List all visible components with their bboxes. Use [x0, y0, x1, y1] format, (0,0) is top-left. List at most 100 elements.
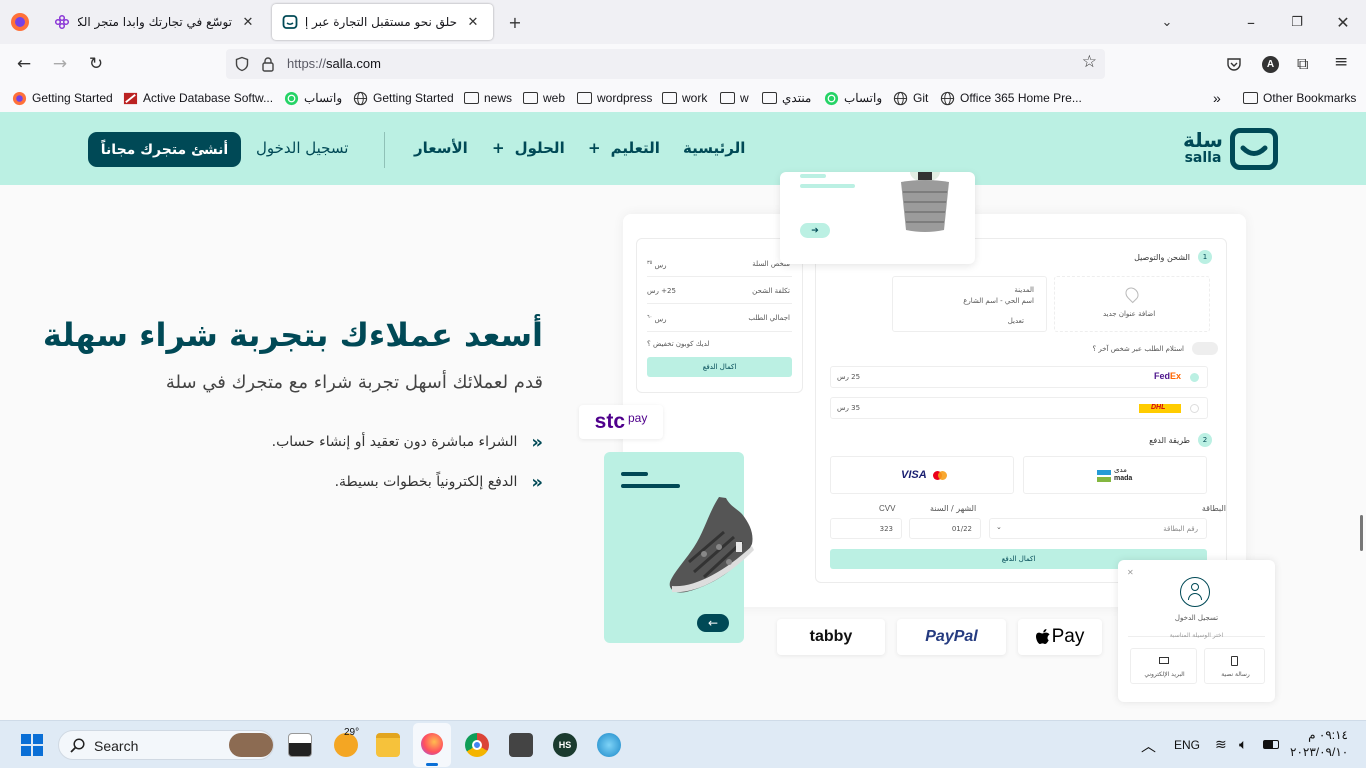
address-city: المدينة — [1014, 286, 1034, 294]
toggle-switch — [1192, 342, 1218, 355]
reload-icon[interactable]: ↻ — [84, 52, 108, 76]
lock-icon[interactable] — [261, 56, 275, 72]
shoe-product-card: ← — [604, 452, 754, 643]
back-icon[interactable]: ← — [12, 52, 36, 76]
user-body — [1188, 593, 1202, 600]
globe-icon — [353, 91, 368, 105]
mastercard-orange-icon — [938, 471, 947, 480]
divider — [647, 303, 792, 304]
speaker-icon[interactable]: 🔈︎ — [1239, 736, 1247, 753]
clock-date[interactable]: ٢٠٢٣/٠٩/١٠ — [1290, 745, 1348, 759]
bookmark-item[interactable]: Getting Started — [12, 89, 113, 107]
tab-favicon-icon — [54, 14, 70, 30]
hero-subtitle: قدم لعملائك أسهل تجربة شراء مع متجرك في … — [165, 372, 543, 393]
windows-start-icon[interactable] — [21, 734, 43, 756]
bookmark-item[interactable]: w — [720, 89, 749, 107]
bookmark-label: منتدي — [782, 91, 812, 105]
restore-icon[interactable]: ❐ — [1285, 10, 1309, 34]
bookmark-item[interactable]: news — [464, 89, 512, 107]
weather-icon[interactable]: 29° — [334, 727, 359, 757]
stc-text: stc — [594, 410, 625, 433]
month-label: الشهر / السنة — [930, 504, 977, 513]
battery-icon[interactable] — [1263, 740, 1279, 749]
account-avatar-icon[interactable]: A — [1262, 56, 1279, 73]
other-bookmarks[interactable]: Other Bookmarks — [1243, 89, 1356, 107]
bookmark-item[interactable]: web — [523, 89, 565, 107]
chrome-center — [472, 740, 482, 750]
create-store-button[interactable]: أنشئ متجرك مجاناً — [88, 132, 241, 167]
list-tabs-icon[interactable]: ⌄ — [1155, 10, 1179, 34]
media-player-icon[interactable] — [509, 733, 533, 757]
url-scheme: https:// — [287, 56, 327, 71]
chrome-icon[interactable] — [465, 733, 489, 757]
nav-solutions[interactable]: الحلول + — [492, 139, 565, 157]
tab-close-icon[interactable]: ✕ — [238, 12, 258, 32]
title-line-long — [621, 484, 680, 488]
network-app-icon[interactable] — [597, 733, 621, 757]
bookmark-item[interactable]: Git — [893, 89, 928, 107]
whatsapp-icon — [824, 91, 839, 105]
divider — [647, 331, 792, 332]
tabby-logo: tabby — [777, 619, 885, 655]
bookmark-item[interactable]: wordpress — [577, 89, 652, 107]
pocket-icon[interactable] — [1226, 56, 1242, 72]
wifi-icon[interactable]: ≋ — [1215, 736, 1227, 753]
nav-solutions-label: الحلول — [514, 139, 565, 157]
more-bookmarks-icon[interactable]: » — [1213, 89, 1221, 107]
page-scrollbar[interactable] — [1360, 515, 1363, 551]
new-tab-icon[interactable]: + — [503, 10, 527, 34]
taskbar-search[interactable]: Search — [58, 730, 274, 760]
url-text: https://salla.com — [287, 56, 381, 71]
coupon-link: لديك كوبون تخفيض ؟ — [647, 340, 710, 348]
database-icon — [123, 92, 138, 104]
hs-app-icon[interactable]: HS — [553, 733, 577, 757]
minimize-icon[interactable]: – — [1239, 10, 1263, 34]
forward-icon[interactable]: → — [48, 52, 72, 76]
bookmark-label: w — [740, 91, 749, 105]
bookmark-item[interactable]: Office 365 Home Pre... — [940, 89, 1082, 107]
bookmark-label: Active Database Softw... — [143, 91, 274, 105]
envelope-icon — [1159, 657, 1169, 664]
login-link[interactable]: تسجيل الدخول — [256, 139, 348, 157]
menu-icon[interactable]: ≡ — [1334, 52, 1348, 72]
carrier-dhl: DHL 35 رس — [830, 397, 1208, 419]
hero-bullet: « الشراء مباشرة دون تعقيد أو إنشاء حساب. — [200, 430, 543, 454]
close-window-icon[interactable]: ✕ — [1331, 10, 1355, 34]
nav-learning[interactable]: التعليم + — [588, 139, 660, 157]
bookmark-item[interactable]: واتساب — [284, 89, 342, 107]
tracking-shield-icon[interactable] — [234, 56, 250, 72]
summary-sup: ٣٥ — [647, 260, 653, 266]
file-explorer-icon[interactable] — [376, 733, 400, 757]
firefox-view-icon[interactable] — [10, 12, 30, 32]
bookmark-item[interactable]: منتدي — [762, 89, 811, 107]
extensions-icon[interactable]: ⧉ — [1297, 54, 1308, 74]
step-number: 1 — [1198, 250, 1212, 264]
bookmark-item[interactable]: واتساب — [824, 89, 882, 107]
clock-time[interactable]: ٠٩:١٤ م — [1290, 728, 1348, 742]
salla-logo-icon[interactable] — [1230, 128, 1278, 170]
task-view-icon[interactable] — [288, 733, 312, 757]
phone-icon — [1231, 656, 1238, 666]
firefox-taskbar-active[interactable] — [413, 723, 451, 767]
bookmark-star-icon[interactable]: ☆ — [1082, 52, 1097, 72]
arrow-left-icon: ← — [697, 614, 729, 632]
bookmark-item[interactable]: Getting Started — [353, 89, 454, 107]
tab-close-icon[interactable]: ✕ — [463, 12, 483, 32]
bookmark-label: wordpress — [597, 91, 653, 105]
folder-icon — [762, 92, 777, 104]
salla-logo[interactable]: سلة salla — [1180, 130, 1226, 165]
nav-pricing[interactable]: الأسعار — [414, 139, 468, 157]
carrier-price: 25 رس — [837, 373, 861, 381]
nav-home[interactable]: الرئيسية — [683, 139, 745, 157]
tab-salla-active[interactable]: ✕ حلق نحو مستقبل التجارة عبر إنشا — [272, 4, 493, 40]
folder-icon — [464, 92, 479, 104]
divider — [647, 276, 792, 277]
url-bar[interactable]: https://salla.com ☆ — [226, 49, 1105, 79]
bookmark-item[interactable]: Active Database Softw... — [123, 89, 273, 107]
chevron-up-icon[interactable]: ︿ — [1141, 735, 1156, 756]
tab-salla-expand[interactable]: ✕ توسّع في تجارتك وابدا متجر الكترو — [44, 4, 268, 40]
bookmark-item[interactable]: work — [662, 89, 707, 107]
language-indicator[interactable]: ENG — [1174, 738, 1200, 752]
mada-bar-blue — [1097, 470, 1111, 475]
summary-sup: ٦٠ — [647, 314, 653, 320]
